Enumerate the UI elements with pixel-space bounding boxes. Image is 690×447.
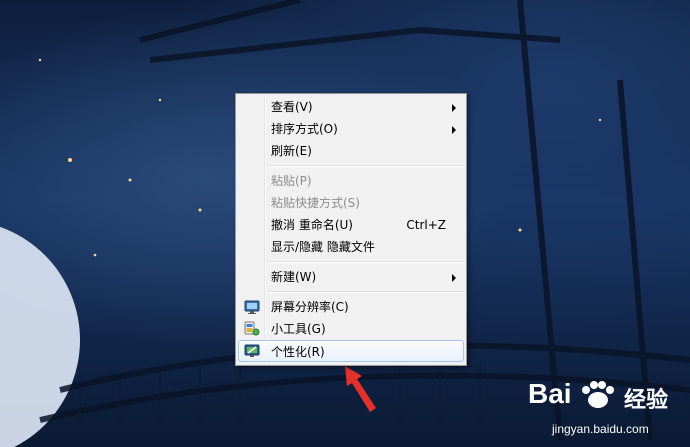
menu-item-refresh[interactable]: 刷新(E) [238,140,464,162]
monitor-icon [244,300,260,314]
gadgets-icon [244,321,260,336]
menu-item-new[interactable]: 新建(W) [238,266,464,288]
submenu-arrow-icon [452,104,456,112]
watermark-logo: Bai [528,378,572,409]
personalize-icon [244,344,260,357]
watermark-logo-suffix: 经验 [624,388,669,413]
menu-item-label: 撤消 重命名(U) [271,218,353,232]
menu-item-paste-shortcut: 粘贴快捷方式(S) [238,192,464,214]
menu-item-label: 屏幕分辨率(C) [271,300,349,314]
watermark-url: jingyan.baidu.com [552,422,649,436]
menu-item-personalize[interactable]: 个性化(R) [238,340,464,362]
menu-item-view[interactable]: 查看(V) [238,96,464,118]
menu-item-label: 显示/隐藏 隐藏文件 [271,240,375,254]
menu-separator [266,291,464,293]
menu-item-screen-resolution[interactable]: 屏幕分辨率(C) [238,296,464,318]
menu-item-toggle-hidden-files[interactable]: 显示/隐藏 隐藏文件 [238,236,464,258]
baidu-jingyan-watermark: Bai 经验 jingyan.baidu.com [528,372,688,444]
menu-separator [266,165,464,167]
menu-item-sort-by[interactable]: 排序方式(O) [238,118,464,140]
menu-item-label: 刷新(E) [271,144,312,158]
menu-separator [266,261,464,263]
submenu-arrow-icon [452,274,456,282]
menu-item-label: 查看(V) [271,100,313,114]
paw-icon [582,381,614,408]
menu-item-label: 个性化(R) [271,345,325,359]
menu-item-label: 新建(W) [271,270,317,284]
menu-item-gadgets[interactable]: 小工具(G) [238,318,464,340]
submenu-arrow-icon [452,126,456,134]
menu-item-undo-rename[interactable]: 撤消 重命名(U) Ctrl+Z [238,214,464,236]
menu-item-label: 小工具(G) [271,322,326,336]
menu-item-label: 粘贴(P) [271,174,312,188]
desktop-context-menu: 查看(V) 排序方式(O) 刷新(E) 粘贴(P) 粘贴快捷方式(S) 撤消 重… [235,93,467,366]
menu-item-shortcut: Ctrl+Z [406,218,446,232]
menu-item-label: 排序方式(O) [271,122,338,136]
menu-item-paste: 粘贴(P) [238,170,464,192]
annotation-arrow [345,366,376,412]
menu-item-label: 粘贴快捷方式(S) [271,196,360,210]
